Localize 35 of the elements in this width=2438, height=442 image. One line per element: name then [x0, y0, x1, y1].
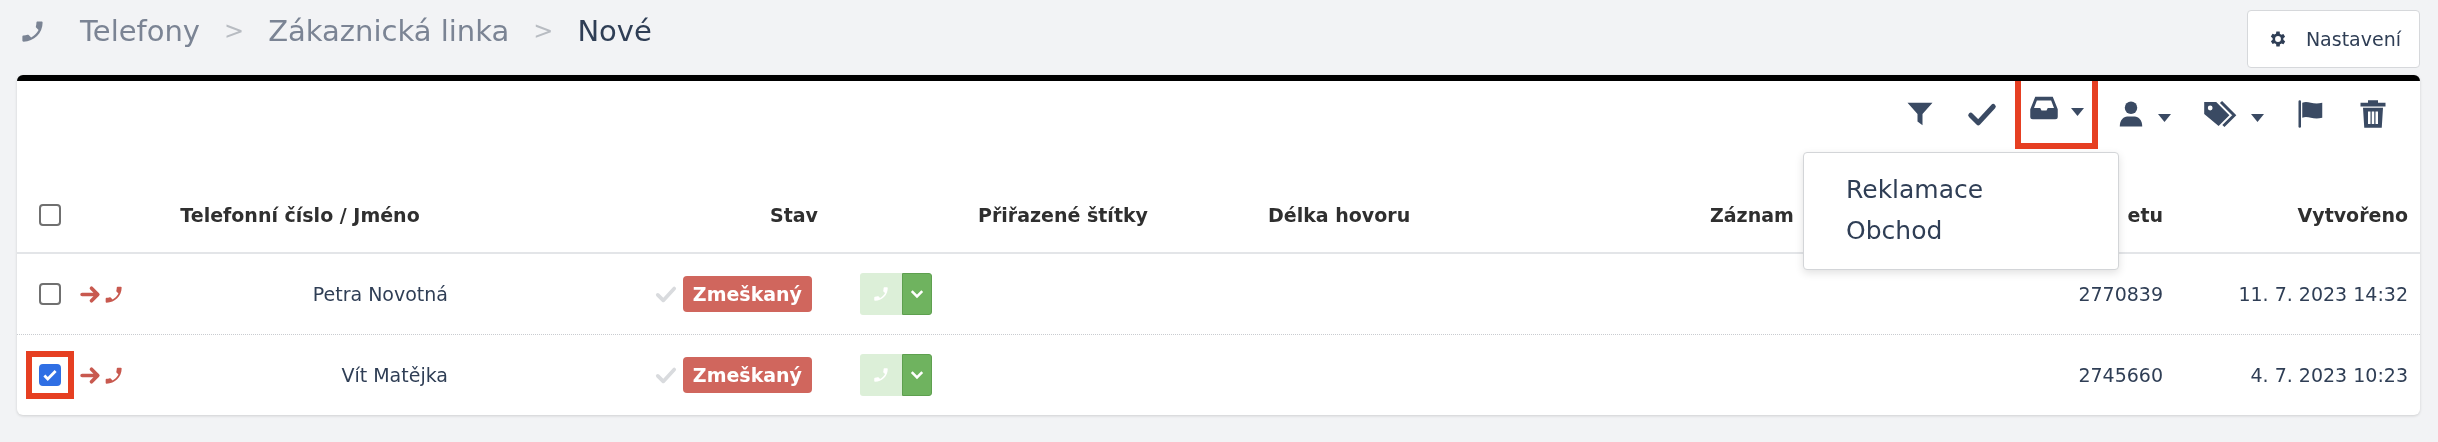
select-all-checkbox[interactable] — [38, 203, 61, 226]
status-badge: Zmeškaný — [682, 276, 812, 312]
caret-icon — [2251, 114, 2264, 122]
created-date: 11. 7. 2023 14:32 — [2238, 283, 2408, 305]
caret-icon — [2158, 114, 2171, 122]
column-header: Stav — [770, 203, 818, 226]
column-header: etu — [2127, 203, 2163, 226]
trash-icon — [2358, 99, 2388, 129]
phone-icon — [872, 285, 890, 303]
breadcrumb-separator: > — [533, 17, 554, 45]
table-cell: 2745660 — [2078, 364, 2163, 386]
caret-icon — [2071, 108, 2084, 116]
chevron-down-icon — [910, 289, 924, 299]
column-header: Přiřazené štítky — [978, 203, 1148, 226]
column-header: Vytvořeno — [2297, 203, 2408, 226]
tags-icon — [2203, 99, 2239, 129]
settings-button[interactable]: Nastavení — [2246, 10, 2420, 68]
created-date: 4. 7. 2023 10:23 — [2250, 364, 2408, 386]
caller-name: Petra Novotná — [312, 283, 448, 305]
column-header: Záznam — [1710, 203, 1794, 226]
menu-item[interactable]: Obchod — [1804, 210, 2118, 251]
column-header: Telefonní číslo / Jméno — [180, 203, 420, 226]
table-cell: 2770839 — [2078, 283, 2163, 305]
column-header: Délka hovoru — [1268, 203, 1411, 226]
row-checkbox[interactable] — [38, 283, 61, 305]
phone-icon — [872, 366, 890, 384]
caller-name: Vít Matějka — [341, 364, 448, 386]
status-badge: Zmeškaný — [682, 357, 812, 393]
dropdown-toggle[interactable] — [902, 354, 932, 396]
row-checkbox[interactable] — [38, 364, 61, 386]
chevron-down-icon — [910, 370, 924, 380]
dropdown-toggle[interactable] — [902, 273, 932, 315]
menu-item[interactable]: Reklamace — [1804, 169, 2118, 210]
breadcrumb-link[interactable]: Nové — [577, 14, 652, 48]
breadcrumb-separator: > — [224, 17, 245, 45]
